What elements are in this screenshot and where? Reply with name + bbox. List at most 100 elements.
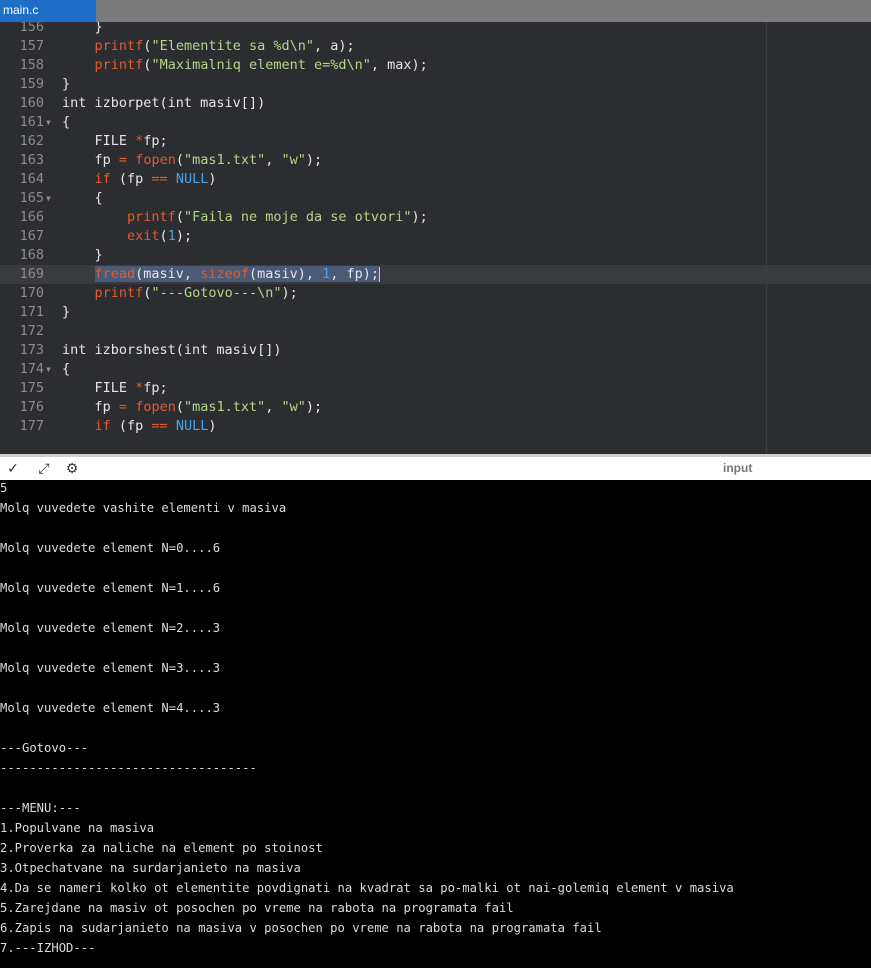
code-line[interactable]: 177 if (fp == NULL) [0, 417, 871, 436]
code-line[interactable]: 163 fp = fopen("mas1.txt", "w"); [0, 151, 871, 170]
line-number: 163 [19, 152, 44, 168]
code-line[interactable]: 168 } [0, 246, 871, 265]
code-line[interactable]: 174 ▼ { [0, 360, 871, 379]
console-toolbar: ✓ ⤢ ⚙ input [0, 454, 871, 480]
code-token: "mas1.txt" [183, 399, 266, 415]
console-line: Molq vuvedete element N=1....6 [0, 581, 221, 595]
code-line[interactable]: 172 [0, 322, 871, 341]
code-text: } [62, 246, 103, 265]
code-line[interactable]: 169 fread(masiv, sizeof(masiv), 1, fp); [0, 265, 871, 284]
code-line[interactable]: 160 int izborpet(int masiv[]) [0, 94, 871, 113]
line-number: 162 [19, 133, 44, 149]
code-token: 1 [167, 228, 176, 244]
code-line[interactable]: 175 FILE *fp; [0, 379, 871, 398]
code-text: } [62, 22, 103, 37]
code-token: , [265, 152, 282, 168]
code-token: FILE [62, 133, 136, 149]
code-line[interactable]: 167 exit(1); [0, 227, 871, 246]
console-line: ---MENU:--- [0, 801, 81, 815]
code-line[interactable]: 176 fp = fopen("mas1.txt", "w"); [0, 398, 871, 417]
code-text: fp = fopen("mas1.txt", "w"); [62, 151, 323, 170]
fold-arrow-icon[interactable]: ▼ [46, 113, 56, 132]
code-line[interactable]: 164 if (fp == NULL) [0, 170, 871, 189]
line-number: 172 [19, 323, 44, 339]
code-line[interactable]: 157 printf("Elementite sa %d\n", a); [0, 37, 871, 56]
code-token: "w" [281, 399, 306, 415]
console-line: Molq vuvedete element N=0....6 [0, 541, 221, 555]
code-line[interactable]: 158 printf("Maximalniq element e=%d\n", … [0, 56, 871, 75]
console-line: Molq vuvedete element N=2....3 [0, 621, 221, 635]
code-editor[interactable]: 156 } 157 printf("Elementite sa %d\n", a)… [0, 22, 871, 454]
code-token: fp; [143, 380, 168, 396]
code-token: ( [159, 228, 168, 244]
code-text: { [62, 189, 103, 208]
code-token: ) [208, 171, 217, 187]
fold-arrow-icon[interactable]: ▼ [46, 189, 56, 208]
code-token: sizeof [200, 266, 249, 282]
code-token: (fp [110, 418, 152, 434]
code-line[interactable]: 156 } [0, 22, 871, 37]
code-token: , [265, 399, 282, 415]
code-line[interactable]: 173 int izborshest(int masiv[]) [0, 341, 871, 360]
console-line: Molq vuvedete element N=4....3 [0, 701, 221, 715]
console-output[interactable]: 5 Molq vuvedete vashite elementi v masiva… [0, 480, 871, 968]
input-label[interactable]: input [723, 461, 752, 475]
code-text: } [62, 75, 70, 94]
code-lines[interactable]: 156 } 157 printf("Elementite sa %d\n", a)… [0, 22, 871, 454]
fold-arrow-icon[interactable]: ▼ [46, 360, 56, 379]
code-line[interactable]: 166 printf("Faila ne moje da se otvori")… [0, 208, 871, 227]
line-number: 176 [19, 399, 44, 415]
code-token: printf [127, 209, 176, 225]
line-number: 169 [19, 266, 44, 282]
line-number: 174 [19, 361, 44, 377]
line-number: 173 [19, 342, 44, 358]
code-line[interactable]: 170 printf("---Gotovo---\n"); [0, 284, 871, 303]
code-token: NULL [175, 418, 209, 434]
code-token: "Maximalniq element e=%d\n" [151, 57, 371, 73]
code-token: , a); [314, 38, 355, 54]
console-line: 5.Zarejdane na masiv ot posochen po vrem… [0, 901, 514, 915]
code-text: if (fp == NULL) [62, 417, 217, 436]
console-line: 6.Zapis na sudarjanieto na masiva v poso… [0, 921, 602, 935]
console-line: 1.Populvane na masiva [0, 821, 155, 835]
code-token: } [62, 22, 103, 35]
code-line[interactable]: 165 ▼ { [0, 189, 871, 208]
code-token: "Faila ne moje da se otvori" [183, 209, 412, 225]
code-token: fp [62, 399, 119, 415]
code-token: ( [175, 209, 184, 225]
expand-arrows-icon[interactable]: ⤢ [35, 460, 53, 478]
tab-main-c[interactable]: main.c [0, 0, 96, 22]
code-text: FILE *fp; [62, 379, 168, 398]
text-cursor [379, 266, 381, 282]
code-line[interactable]: 162 FILE *fp; [0, 132, 871, 151]
code-line[interactable]: 161 ▼ { [0, 113, 871, 132]
code-token: if [94, 418, 111, 434]
pin-icon[interactable]: ⚙ [63, 460, 81, 478]
code-token: { [62, 114, 71, 130]
console-line: 2.Proverka za naliche na element po stoi… [0, 841, 323, 855]
code-token: printf [94, 38, 144, 54]
code-token: ); [175, 228, 193, 244]
line-number: 171 [19, 304, 44, 320]
code-line[interactable]: 159} [0, 75, 871, 94]
code-token: NULL [175, 171, 209, 187]
editor-scrollbar[interactable] [766, 22, 767, 454]
code-token: ); [281, 285, 298, 301]
chevron-down-icon[interactable]: ✓ [4, 460, 22, 478]
code-text: { [62, 113, 70, 132]
code-line[interactable]: 171} [0, 303, 871, 322]
code-token: exit [127, 228, 160, 244]
code-token: = [118, 399, 128, 415]
line-number: 164 [19, 171, 44, 187]
console-line: ----------------------------------- [0, 761, 257, 775]
console-line: Molq vuvedete element N=3....3 [0, 661, 221, 675]
code-text: } [62, 303, 70, 322]
line-number: 175 [19, 380, 44, 396]
